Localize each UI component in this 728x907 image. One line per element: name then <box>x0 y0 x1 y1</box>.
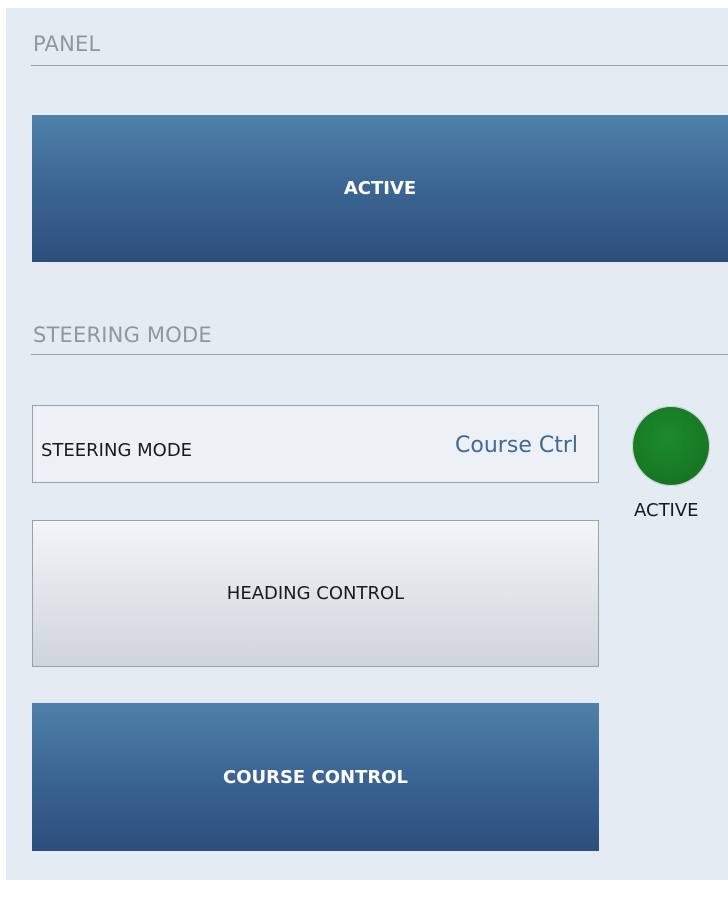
active-indicator-label: ACTIVE <box>634 500 699 521</box>
steering-mode-display: STEERING MODE Course Ctrl <box>32 405 599 483</box>
course-control-button[interactable]: COURSE CONTROL <box>32 703 599 851</box>
panel-section-title: PANEL <box>33 32 101 56</box>
panel-section-divider <box>31 65 728 66</box>
steering-mode-section-divider <box>31 354 728 355</box>
steering-mode-label: STEERING MODE <box>41 440 193 461</box>
steering-mode-value: Course Ctrl <box>455 433 578 458</box>
heading-control-button[interactable]: HEADING CONTROL <box>32 520 599 667</box>
course-control-button-label: COURSE CONTROL <box>222 766 408 788</box>
steering-mode-section-title: STEERING MODE <box>33 323 212 347</box>
heading-control-button-label: HEADING CONTROL <box>226 583 405 604</box>
panel-active-button[interactable]: ACTIVE <box>32 115 728 262</box>
panel-active-button-label: ACTIVE <box>343 178 417 199</box>
active-indicator-led <box>632 406 710 486</box>
